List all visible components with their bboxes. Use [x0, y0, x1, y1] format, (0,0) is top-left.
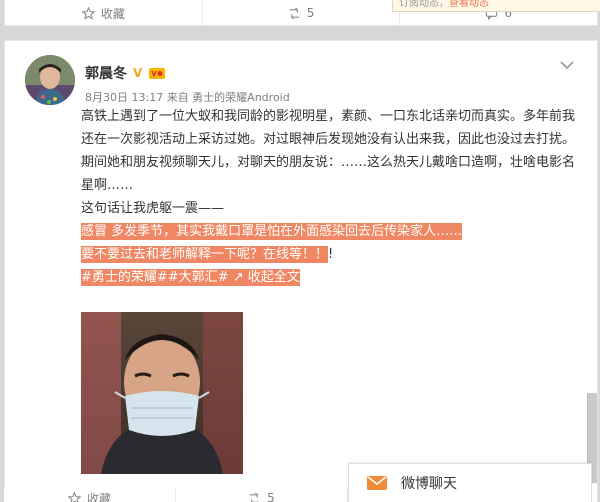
post-content: 高铁上遇到了一位大蚁和我同龄的影视明星，素颜、一口东北话亲切而真实。多年前我还在…: [81, 105, 581, 289]
avatar-image: [25, 55, 75, 105]
verified-badge: V: [133, 66, 143, 80]
author-row: 郭晨冬 V: [85, 63, 166, 83]
collapse-arrow-icon: ↗: [228, 269, 248, 286]
collapse-link[interactable]: 收起全文: [247, 269, 300, 286]
repost-action[interactable]: 5: [203, 1, 401, 25]
post-meta: 8月30日 13:17 来自 勇士的荣耀Android: [85, 91, 290, 104]
highlighted-line: 要不要过去和老师解释一下呢？在线等！！!: [81, 243, 581, 266]
topic-tags[interactable]: #勇士的荣耀##大郭汇#: [81, 269, 229, 286]
tags-row: #勇士的荣耀##大郭汇# ↗ 收起全文: [81, 266, 581, 289]
repost-action[interactable]: 5: [176, 488, 348, 502]
highlighted-line: 感冒 多发季节，其实我戴口罩是怕在外面感染回去后传染家人……: [81, 220, 581, 243]
post-paragraph: 高铁上遇到了一位大蚁和我同龄的影视明星，素颜、一口东北话亲切而真实。多年前我还在…: [81, 109, 576, 147]
favorite-label: 收藏: [86, 491, 111, 502]
highlight-text-2: 要不要过去和老师解释一下呢？在线等！！: [81, 246, 329, 263]
star-icon: [81, 6, 95, 20]
author-name[interactable]: 郭晨冬: [85, 63, 127, 83]
notification-link[interactable]: 查看动态: [449, 0, 489, 9]
weibo-chat-bar[interactable]: 微博聊天: [348, 463, 592, 502]
chat-label: 微博聊天: [401, 476, 457, 492]
post-image[interactable]: [81, 312, 243, 474]
repost-icon: [289, 7, 299, 19]
favorite-action[interactable]: 收藏: [5, 1, 203, 25]
avatar[interactable]: [25, 55, 75, 105]
notification-text: 订阅动态，: [399, 0, 449, 9]
repost-count: 5: [267, 491, 275, 502]
star-icon: [67, 491, 81, 502]
post-paragraph: 期间她和朋友视频聊天儿，对聊天的朋友说：……这么热天儿戴啥口造啊，壮啥电影名星啊…: [81, 155, 576, 193]
notification-popup: 订阅动态，查看动态: [392, 0, 600, 12]
highlight-text-1: 感冒 多发季节，其实我戴口罩是怕在外面感染回去后传染家人……: [81, 223, 463, 240]
favorite-label: 收藏: [100, 6, 125, 21]
post-photo: [81, 312, 243, 474]
post-card: 郭晨冬 V 8月30日 13:17 来自 勇士的荣耀Android 高铁上遇到了…: [4, 40, 598, 502]
favorite-action[interactable]: 收藏: [4, 488, 176, 502]
highlight-trail: !: [328, 247, 334, 262]
mail-icon: [367, 476, 387, 490]
chevron-down-icon[interactable]: [559, 59, 575, 71]
vip-icon: [149, 68, 166, 79]
repost-count: 5: [306, 6, 315, 20]
post-actions: 收藏 5: [4, 488, 348, 502]
repost-icon: [250, 492, 260, 502]
post-paragraph: 这句话让我虎躯一震——: [81, 201, 225, 216]
